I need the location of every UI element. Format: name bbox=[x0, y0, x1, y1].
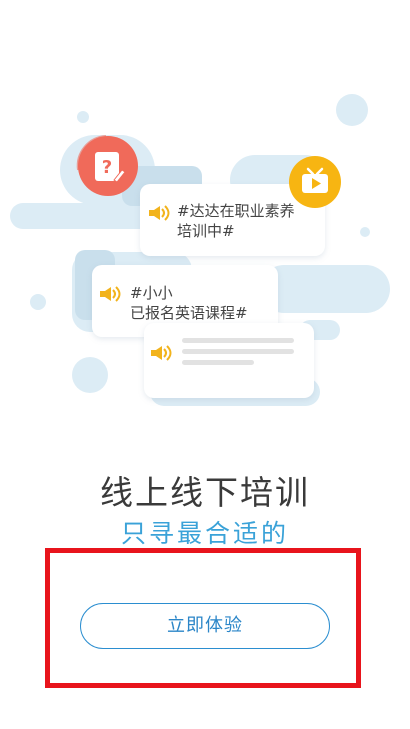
placeholder-line bbox=[182, 338, 294, 343]
card-middle-line1: #小小 bbox=[130, 284, 173, 302]
speaker-icon bbox=[151, 345, 172, 361]
speaker-icon bbox=[100, 286, 121, 302]
message-card-bottom bbox=[144, 323, 314, 398]
headline-title: 线上线下培训 bbox=[100, 473, 310, 512]
tv-play-icon bbox=[289, 156, 341, 208]
question-note-icon: ? bbox=[76, 135, 138, 196]
try-now-button[interactable]: 立即体验 bbox=[80, 603, 330, 649]
card-top-line2: 培训中# bbox=[177, 222, 235, 240]
placeholder-line bbox=[182, 360, 254, 365]
svg-text:?: ? bbox=[102, 157, 112, 178]
card-middle-line2: 已报名英语课程# bbox=[130, 304, 248, 322]
speaker-icon bbox=[149, 205, 170, 221]
onboarding-screen: #达达在职业素养 培训中# #小小 已报名英语课程# ? 线上线下培训 只寻最合… bbox=[0, 0, 410, 729]
placeholder-line bbox=[182, 349, 294, 354]
headline-subtitle: 只寻最合适的 bbox=[120, 519, 289, 548]
card-top-line1: #达达在职业素养 bbox=[177, 202, 295, 220]
